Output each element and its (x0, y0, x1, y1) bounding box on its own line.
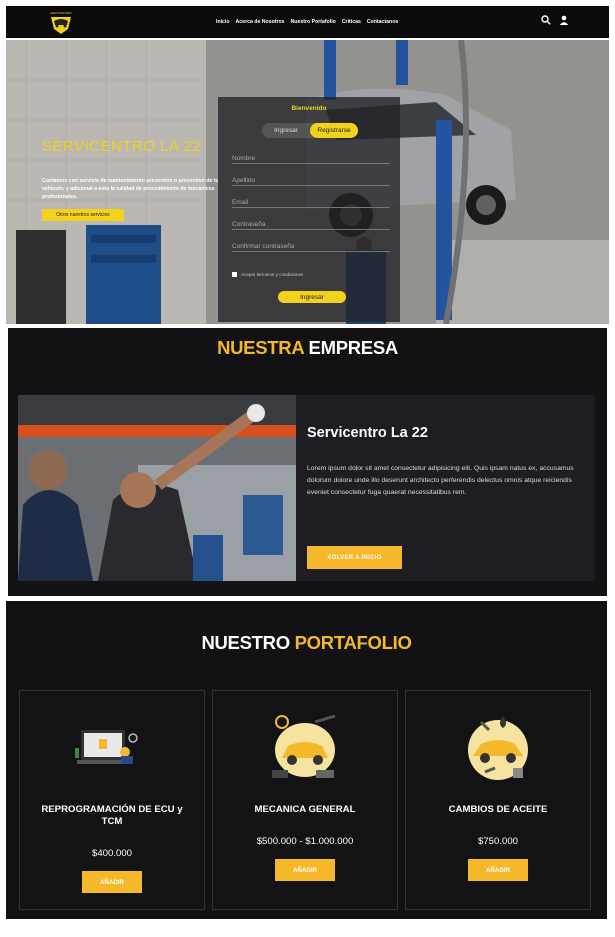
service-price: $500.000 - $1.000.000 (256, 836, 354, 847)
email-field[interactable]: Email (232, 194, 390, 208)
service-price: $750.000 (477, 836, 518, 847)
service-card-aceite: CAMBIOS DE ACEITE $750.000 AÑADIR (405, 690, 591, 910)
terms-label: Acepto terminos y condiciones (241, 272, 304, 277)
confirm-password-field[interactable]: Confirmar contraseña (232, 238, 390, 252)
search-icon[interactable] (541, 15, 551, 25)
services-button[interactable]: Otros nuestros servicios (42, 209, 124, 221)
logo-text: SERVICENTRO (50, 11, 72, 15)
empresa-section: NUESTRA EMPRESA Servicentro La 22 Lorem … (8, 328, 607, 596)
hero-section: SERVICENTRO LA 22 Contamos con servicio … (6, 40, 609, 324)
add-button-mecanica[interactable]: AÑADIR (275, 859, 335, 881)
laptop-ecu-icon (75, 730, 138, 764)
hero-description: Contamos con servicio de mantenimiento p… (42, 178, 219, 200)
portafolio-title: NUESTRO PORTAFOLIO (6, 632, 607, 654)
brand-logo[interactable]: SERVICENTRO (44, 9, 78, 36)
service-name: CAMBIOS DE ACEITE (448, 804, 548, 815)
tab-registrarse[interactable]: Registrarse (310, 123, 358, 138)
terms-checkbox[interactable] (232, 272, 237, 277)
password-field[interactable]: Contraseña (232, 216, 390, 230)
menu-portafolio[interactable]: Nuestro Portafolio (291, 19, 336, 25)
add-button-ecu[interactable]: AÑADIR (82, 871, 142, 893)
portafolio-title-accent: PORTAFOLIO (294, 632, 412, 653)
login-welcome: Bienvenido (291, 105, 327, 112)
empresa-title-main: EMPRESA (308, 337, 399, 358)
login-tabs: Ingresar Registrarse (262, 123, 358, 138)
empresa-card: Servicentro La 22 Lorem ipsum dolor sit … (18, 395, 595, 581)
top-navbar: SERVICENTRO Inicio Acerca de Nosotros Nu… (6, 6, 609, 38)
oil-change-icon (468, 716, 528, 780)
add-button-aceite[interactable]: AÑADIR (468, 859, 528, 881)
service-card-mecanica: MECANICA GENERAL $500.000 - $1.000.000 A… (212, 690, 398, 910)
portafolio-title-main: NUESTRO (201, 632, 290, 653)
nav-icons (541, 15, 569, 25)
main-menu: Inicio Acerca de Nosotros Nuestro Portaf… (216, 6, 398, 38)
user-icon[interactable] (559, 15, 569, 25)
menu-inicio[interactable]: Inicio (216, 19, 230, 25)
empresa-description: Lorem ipsum dolor sit amet consectetur a… (307, 465, 574, 496)
login-panel: Bienvenido Ingresar Registrarse Nombre A… (218, 97, 400, 322)
service-card-ecu: REPROGRAMACIÓN DE ECU y TCM $400.000 AÑA… (19, 690, 205, 910)
menu-acerca[interactable]: Acerca de Nosotros (236, 19, 285, 25)
car-repair-icon (272, 714, 336, 778)
empresa-title: NUESTRA EMPRESA (8, 337, 607, 359)
empresa-name: Servicentro La 22 (307, 425, 428, 441)
mechanics-photo (18, 395, 296, 581)
hero-title: SERVICENTRO LA 22 (42, 138, 202, 155)
service-name: MECANICA GENERAL (254, 804, 356, 815)
service-price: $400.000 (91, 848, 132, 859)
service-name: REPROGRAMACIÓN DE ECU y TCM (41, 804, 183, 827)
portafolio-section: NUESTRO PORTAFOLIO REPROGRAMACIÓN DE ECU… (6, 601, 607, 919)
submit-button[interactable]: Ingresar (278, 291, 346, 303)
apellido-field[interactable]: Apellido (232, 172, 390, 186)
nombre-field[interactable]: Nombre (232, 150, 390, 164)
menu-contactanos[interactable]: Contactanos (367, 19, 398, 25)
empresa-title-accent: NUESTRA (217, 337, 304, 358)
back-home-button[interactable]: VOLVER A INICIO (307, 546, 402, 569)
menu-criticas[interactable]: Críticas (342, 19, 361, 25)
terms-checkbox-row: Acepto terminos y condiciones (232, 272, 303, 277)
page: SERVICENTRO Inicio Acerca de Nosotros Nu… (0, 0, 615, 937)
tab-ingresar[interactable]: Ingresar (262, 123, 310, 138)
